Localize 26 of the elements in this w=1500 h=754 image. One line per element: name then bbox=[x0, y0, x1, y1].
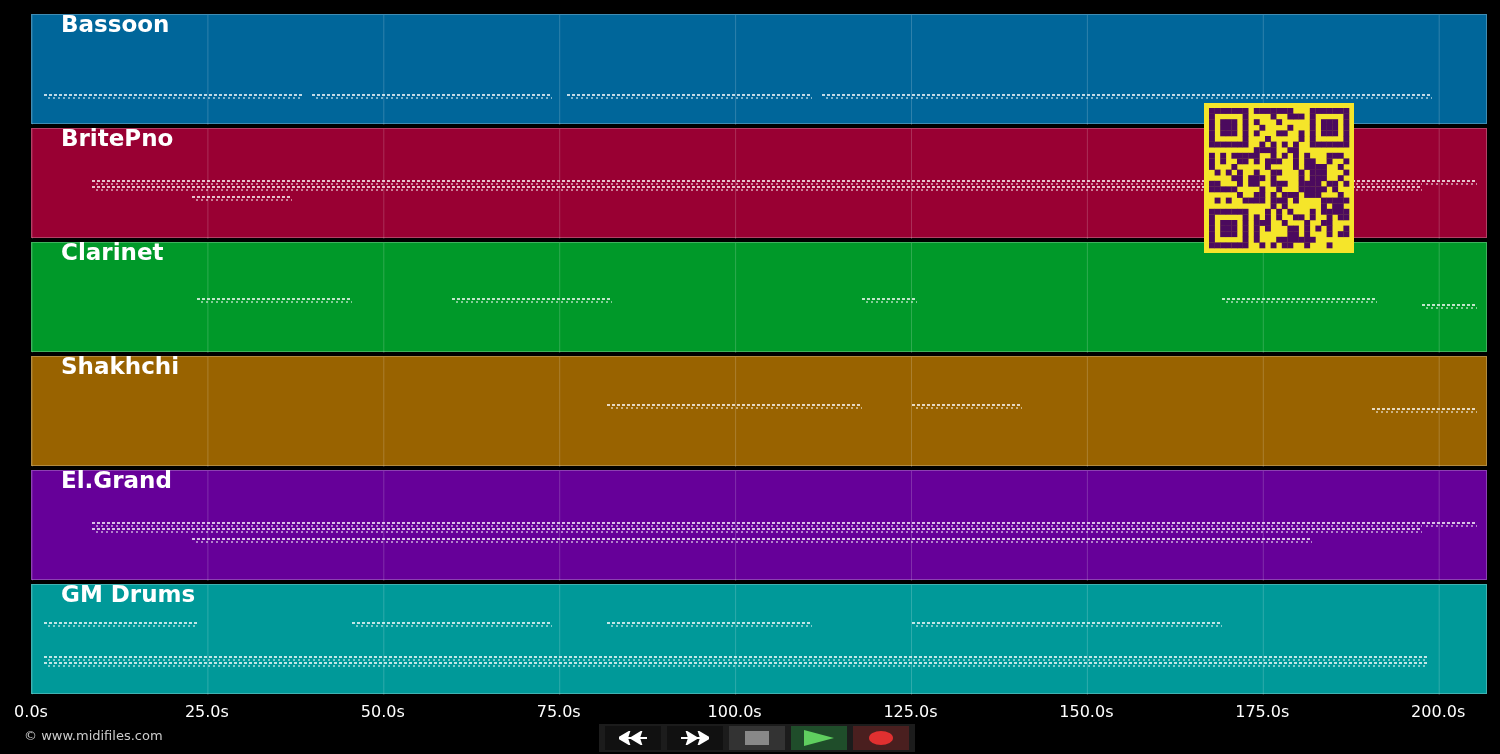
axis-tick-label: 200.0s bbox=[1411, 702, 1466, 721]
play-button[interactable] bbox=[791, 726, 847, 750]
axis-tick-label: 50.0s bbox=[360, 702, 405, 721]
play-icon bbox=[804, 730, 834, 746]
rewind-button[interactable] bbox=[605, 726, 661, 750]
rewind-icon bbox=[619, 731, 647, 745]
track-name: GM Drums bbox=[61, 581, 196, 607]
record-icon bbox=[869, 731, 893, 745]
fast-forward-icon bbox=[681, 731, 709, 745]
copyright-text: © www.midifiles.com bbox=[24, 728, 163, 743]
axis-tick-label: 100.0s bbox=[707, 702, 762, 721]
stop-icon bbox=[745, 731, 769, 745]
fast-forward-button[interactable] bbox=[667, 726, 723, 750]
axis-tick-label: 25.0s bbox=[184, 702, 229, 721]
track-name: Clarinet bbox=[61, 239, 164, 265]
track-name: BritePno bbox=[61, 125, 174, 151]
track-name: Shakhchi bbox=[61, 353, 180, 379]
axis-tick-label: 150.0s bbox=[1059, 702, 1114, 721]
axis-tick-label: 0.0s bbox=[14, 702, 48, 721]
track-name: Bassoon bbox=[61, 11, 170, 37]
record-button[interactable] bbox=[853, 726, 909, 750]
track-name: El.Grand bbox=[61, 467, 172, 493]
axis-tick-label: 75.0s bbox=[536, 702, 581, 721]
axis-tick-label: 125.0s bbox=[883, 702, 938, 721]
axis-tick-label: 175.0s bbox=[1235, 702, 1290, 721]
stop-button[interactable] bbox=[729, 726, 785, 750]
